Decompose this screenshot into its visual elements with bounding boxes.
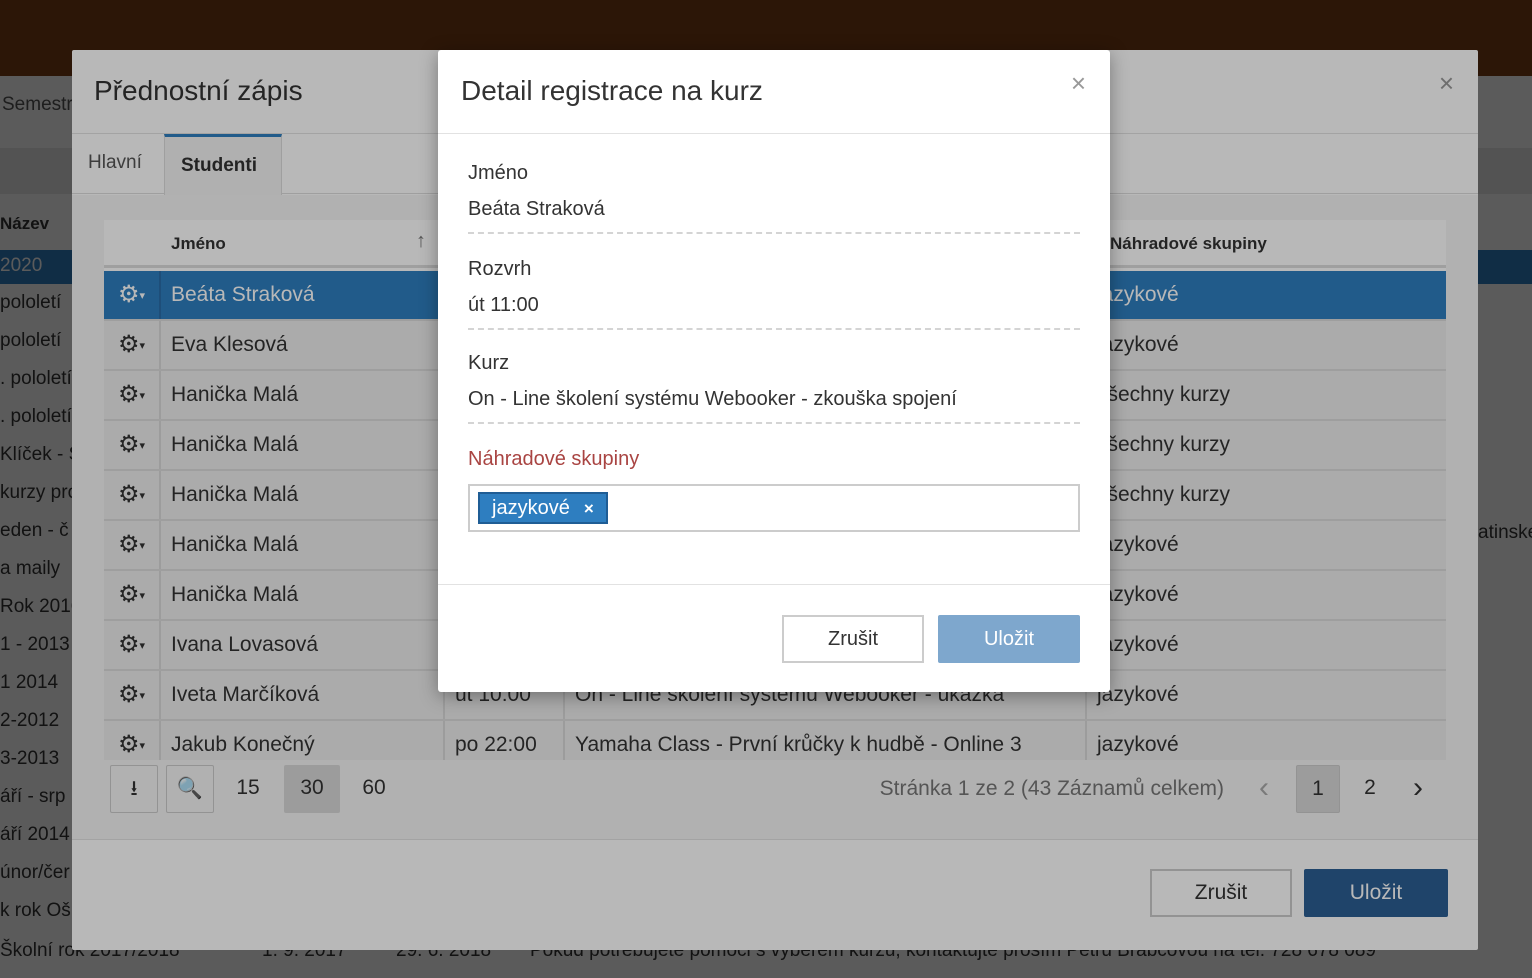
inner-close-icon[interactable]: × <box>1071 70 1086 96</box>
group-tag: jazykové × <box>478 492 608 524</box>
inner-modal-header: Detail registrace na kurz × <box>438 50 1110 134</box>
field-substitute-groups: Náhradové skupiny jazykové × <box>468 448 1080 532</box>
name-label: Jméno <box>468 162 529 184</box>
schedule-label: Rozvrh <box>468 258 532 280</box>
course-value: On - Line školení systému Webooker - zko… <box>468 388 957 410</box>
registration-detail-modal: Detail registrace na kurz × Jméno Beáta … <box>438 50 1110 692</box>
substitute-groups-input[interactable]: jazykové × <box>468 484 1080 532</box>
inner-modal-footer: Zrušit Uložit <box>438 584 1110 692</box>
inner-save-button[interactable]: Uložit <box>938 615 1080 663</box>
course-label: Kurz <box>468 352 510 374</box>
group-tag-label: jazykové <box>492 497 570 519</box>
inner-modal-title: Detail registrace na kurz <box>461 75 763 106</box>
schedule-value: út 11:00 <box>468 294 539 316</box>
field-divider <box>468 232 1080 234</box>
tag-remove-icon[interactable]: × <box>584 499 594 518</box>
inner-cancel-button[interactable]: Zrušit <box>782 615 924 663</box>
substitute-groups-label: Náhradové skupiny <box>468 448 640 470</box>
field-divider <box>468 422 1080 424</box>
field-name: Jméno Beáta Straková <box>468 162 1080 234</box>
field-schedule: Rozvrh út 11:00 <box>468 258 1080 330</box>
name-value: Beáta Straková <box>468 198 605 220</box>
field-course: Kurz On - Line školení systému Webooker … <box>468 352 1080 424</box>
field-divider <box>468 328 1080 330</box>
